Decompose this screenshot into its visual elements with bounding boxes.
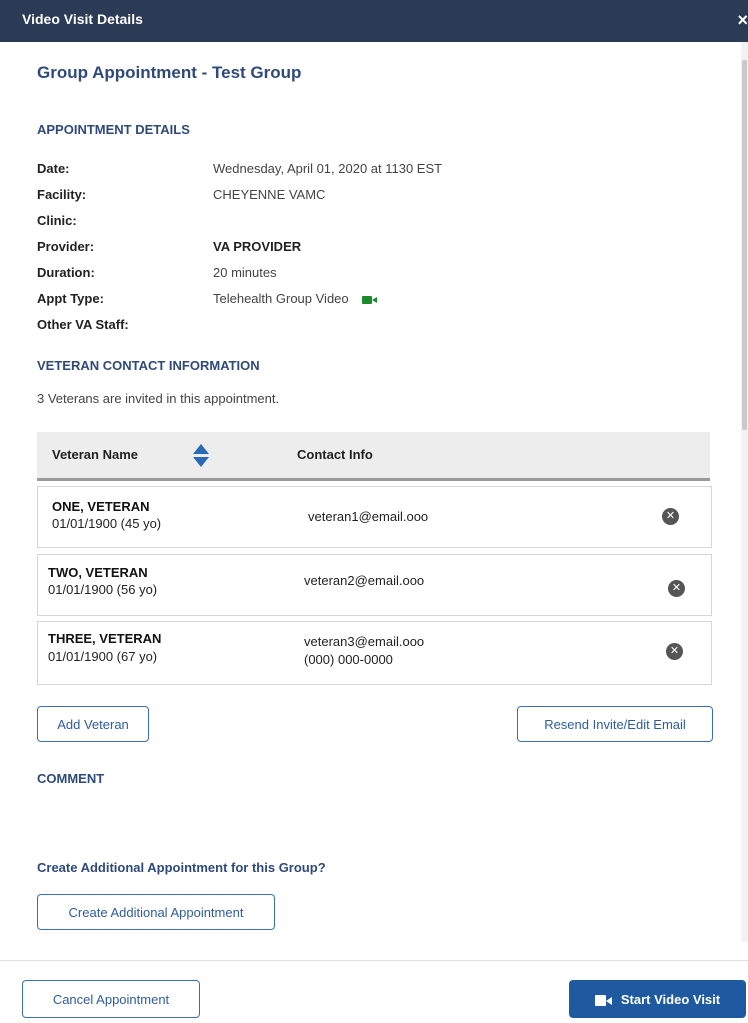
cancel-appointment-button[interactable]: Cancel Appointment [22, 980, 200, 1018]
comment-heading: COMMENT [37, 771, 105, 786]
veteran-dob: 01/01/1900 (56 yo) [48, 582, 158, 597]
create-additional-appointment-button[interactable]: Create Additional Appointment [37, 894, 275, 930]
duration-value: 20 minutes [213, 265, 277, 280]
resend-invite-button[interactable]: Resend Invite/Edit Email [517, 706, 713, 742]
veteran-dob: 01/01/1900 (45 yo) [52, 516, 162, 531]
veteran-name: TWO, VETERAN [48, 565, 148, 580]
facility-label: Facility: [37, 187, 87, 202]
veteran-contact-heading: VETERAN CONTACT INFORMATION [37, 358, 260, 373]
table-row: ONE, VETERAN 01/01/1900 (45 yo) veteran1… [37, 486, 712, 548]
veteran-email: veteran1@email.ooo [308, 509, 429, 524]
video-camera-icon [594, 995, 613, 1007]
veteran-name: THREE, VETERAN [48, 631, 162, 646]
veteran-email: veteran3@email.ooo [304, 634, 425, 649]
dialog-title: Video Visit Details [22, 11, 143, 27]
appt-type-row: Telehealth Group Video [213, 291, 378, 306]
scrollbar-thumb[interactable] [742, 60, 747, 430]
column-header-veteran-name: Veteran Name [52, 447, 138, 462]
veteran-dob: 01/01/1900 (67 yo) [48, 649, 158, 664]
other-va-staff-label: Other VA Staff: [37, 317, 129, 332]
table-row: TWO, VETERAN 01/01/1900 (56 yo) veteran2… [37, 554, 712, 616]
appointment-title: Group Appointment - Test Group [37, 63, 302, 82]
appt-type-label: Appt Type: [37, 291, 104, 306]
date-label: Date: [37, 161, 70, 176]
provider-label: Provider: [37, 239, 95, 254]
appointment-details-heading: APPOINTMENT DETAILS [37, 122, 190, 137]
additional-appointment-question: Create Additional Appointment for this G… [37, 860, 326, 875]
provider-value: VA PROVIDER [213, 239, 302, 254]
column-header-contact-info: Contact Info [297, 447, 373, 462]
remove-icon[interactable]: ✕ [666, 643, 683, 660]
close-icon[interactable]: × [737, 10, 748, 31]
duration-label: Duration: [37, 265, 95, 280]
facility-value: CHEYENNE VAMC [213, 187, 326, 202]
table-row: THREE, VETERAN 01/01/1900 (67 yo) vetera… [37, 621, 712, 685]
veteran-name: ONE, VETERAN [52, 499, 150, 514]
video-camera-icon [362, 295, 378, 305]
start-video-visit-button[interactable]: Start Video Visit [569, 980, 746, 1018]
dialog-footer: Cancel Appointment Start Video Visit [0, 960, 748, 1023]
appt-type-value: Telehealth Group Video [213, 291, 349, 306]
clinic-label: Clinic: [37, 213, 77, 228]
remove-icon[interactable]: ✕ [668, 580, 685, 597]
add-veteran-button[interactable]: Add Veteran [37, 706, 149, 742]
veteran-table-header: Veteran Name Contact Info [37, 432, 710, 481]
remove-icon[interactable]: ✕ [662, 508, 679, 525]
start-video-visit-label: Start Video Visit [620, 992, 721, 1007]
veteran-email: veteran2@email.ooo [304, 573, 425, 588]
date-value: Wednesday, April 01, 2020 at 1130 EST [213, 161, 443, 176]
sort-icon[interactable] [193, 444, 209, 468]
dialog-titlebar: Video Visit Details × [0, 0, 748, 42]
veteran-count-note: 3 Veterans are invited in this appointme… [37, 391, 280, 406]
veteran-phone: (000) 000-0000 [304, 652, 393, 667]
